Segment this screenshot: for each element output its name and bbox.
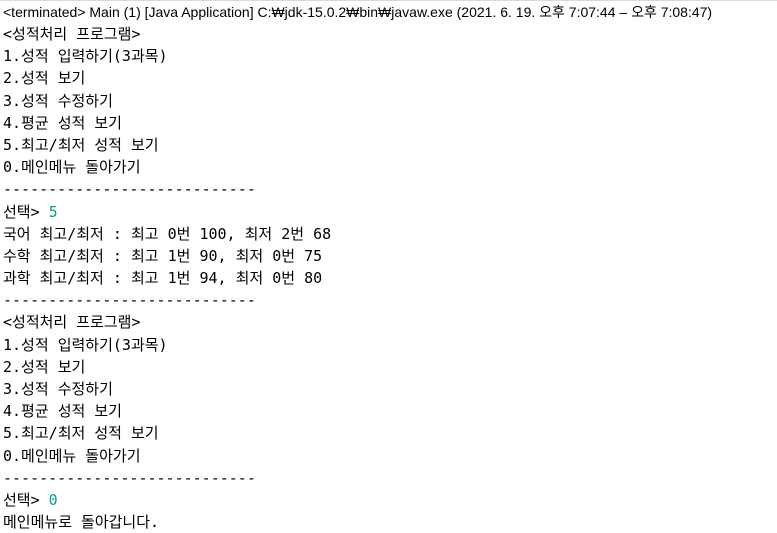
console-line-text: <성적처리 프로그램> — [3, 25, 141, 43]
console-user-input: 5 — [48, 202, 58, 221]
console-line-text: 국어 최고/최저 : 최고 0번 100, 최저 2번 68 — [3, 224, 332, 243]
console-line-text: 0.메인메뉴 돌아가기 — [3, 446, 141, 465]
console-line: 0.메인메뉴 돌아가기 — [3, 445, 777, 467]
console-line: 5.최고/최저 성적 보기 — [3, 134, 777, 156]
console-line: ---------------------------- — [3, 467, 777, 489]
console-line-text: 5.최고/최저 성적 보기 — [3, 135, 159, 154]
console-line: 선택> 0 — [3, 489, 777, 511]
console-line: 2.성적 보기 — [3, 67, 777, 89]
console-line: ---------------------------- — [3, 178, 777, 200]
console-line: 수학 최고/최저 : 최고 1번 90, 최저 0번 75 — [3, 245, 777, 267]
console-line: 3.성적 수정하기 — [3, 90, 777, 112]
console-line-text: 2.성적 보기 — [3, 357, 86, 376]
console-line-text: 1.성적 입력하기(3과목) — [3, 47, 168, 66]
console-line: 1.성적 입력하기(3과목) — [3, 334, 777, 356]
console-line: 1.성적 입력하기(3과목) — [3, 45, 777, 67]
console-line-text: 0.메인메뉴 돌아가기 — [3, 158, 141, 177]
console-line-text: 1.성적 입력하기(3과목) — [3, 335, 168, 354]
console-line-text: 4.평균 성적 보기 — [3, 113, 122, 132]
console-line: ---------------------------- — [3, 289, 777, 311]
console-line: 3.성적 수정하기 — [3, 378, 777, 400]
console-process-title: <terminated> Main (1) [Java Application]… — [0, 1, 777, 23]
console-line: 과학 최고/최저 : 최고 1번 94, 최저 0번 80 — [3, 267, 777, 289]
console-line-text: 3.성적 수정하기 — [3, 91, 113, 110]
console-line-text: <성적처리 프로그램> — [3, 313, 141, 332]
console-line-text: 과학 최고/최저 : 최고 1번 94, 최저 0번 80 — [3, 269, 323, 288]
console-line-text: 3.성적 수정하기 — [3, 380, 113, 398]
console-line: <성적처리 프로그램> — [3, 23, 777, 45]
console-line: 4.평균 성적 보기 — [3, 400, 777, 422]
console-line: 메인메뉴로 돌아갑니다. — [3, 511, 777, 533]
console-line-text: 수학 최고/최저 : 최고 1번 90, 최저 0번 75 — [3, 246, 323, 265]
console-line: 0.메인메뉴 돌아가기 — [3, 156, 777, 178]
console-line-text: 2.성적 보기 — [3, 69, 86, 88]
console-line: 5.최고/최저 성적 보기 — [3, 422, 777, 444]
console-line-text: ---------------------------- — [3, 291, 256, 310]
console-line-text: ---------------------------- — [3, 180, 256, 199]
console-line: <성적처리 프로그램> — [3, 311, 777, 333]
console-line-text: ---------------------------- — [3, 468, 256, 487]
console-line: 2.성적 보기 — [3, 356, 777, 378]
console-output[interactable]: <성적처리 프로그램> 1.성적 입력하기(3과목) 2.성적 보기 3.성적 수정하… — [0, 23, 777, 533]
console-line: 4.평균 성적 보기 — [3, 112, 777, 134]
console-view: <terminated> Main (1) [Java Application]… — [0, 0, 777, 533]
console-user-input: 0 — [48, 490, 58, 509]
console-line-text: 메인메뉴로 돌아갑니다. — [3, 513, 160, 532]
console-line-text: 선택> — [3, 490, 49, 509]
console-line: 선택> 5 — [3, 201, 777, 223]
console-line-text: 5.최고/최저 성적 보기 — [3, 424, 159, 443]
console-line: 국어 최고/최저 : 최고 0번 100, 최저 2번 68 — [3, 223, 777, 245]
console-line-text: 4.평균 성적 보기 — [3, 402, 122, 421]
console-line-text: 선택> — [3, 202, 49, 221]
